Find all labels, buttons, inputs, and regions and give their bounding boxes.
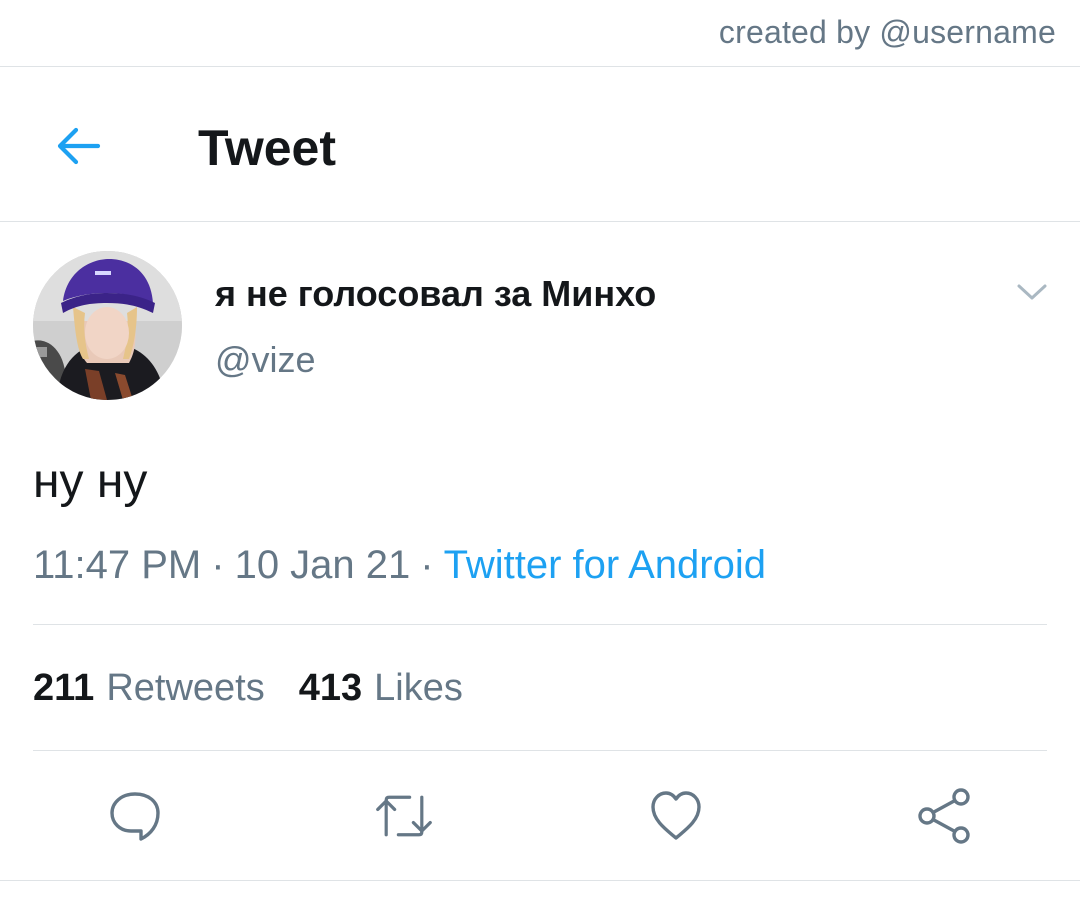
likes-label: Likes: [374, 667, 463, 709]
reply-icon: [110, 792, 160, 841]
likes-stat[interactable]: 413 Likes: [299, 664, 463, 712]
avatar[interactable]: [33, 251, 182, 400]
back-arrow-icon: [57, 127, 101, 165]
share-icon: [918, 788, 970, 844]
retweets-count: 211: [33, 667, 95, 709]
retweet-icon: [376, 795, 432, 837]
tweet-source-link[interactable]: Twitter for Android: [444, 543, 766, 587]
back-button[interactable]: [50, 118, 106, 174]
like-button[interactable]: [646, 786, 706, 846]
meta-divider: [33, 624, 1047, 625]
tweet-stats: 211 Retweets 413 Likes: [33, 664, 463, 712]
share-button[interactable]: [915, 786, 975, 846]
top-divider: [0, 66, 1080, 67]
retweets-stat[interactable]: 211 Retweets: [33, 664, 265, 712]
reply-button[interactable]: [105, 786, 165, 846]
credit-text: created by @username: [718, 14, 1056, 50]
more-options-button[interactable]: [1012, 274, 1052, 310]
user-handle[interactable]: @vize: [215, 338, 316, 382]
heart-icon: [651, 791, 701, 840]
retweets-label: Retweets: [106, 667, 265, 709]
actions-divider: [0, 880, 1080, 881]
retweet-button[interactable]: [374, 786, 434, 846]
tweet-date: 10 Jan 21: [234, 543, 411, 587]
tweet-time: 11:47 PM: [33, 543, 202, 587]
meta-separator: ·: [420, 543, 434, 587]
meta-separator: ·: [211, 543, 225, 587]
chevron-down-icon: [1017, 284, 1047, 300]
stats-divider: [33, 750, 1047, 751]
display-name[interactable]: я не голосовал за Минхо: [215, 272, 656, 316]
header-divider: [0, 221, 1080, 222]
tweet-meta: 11:47 PM · 10 Jan 21 · Twitter for Android: [33, 540, 766, 590]
page-title: Tweet: [198, 120, 336, 176]
likes-count: 413: [298, 667, 363, 709]
tweet-text: ну ну: [33, 455, 148, 508]
